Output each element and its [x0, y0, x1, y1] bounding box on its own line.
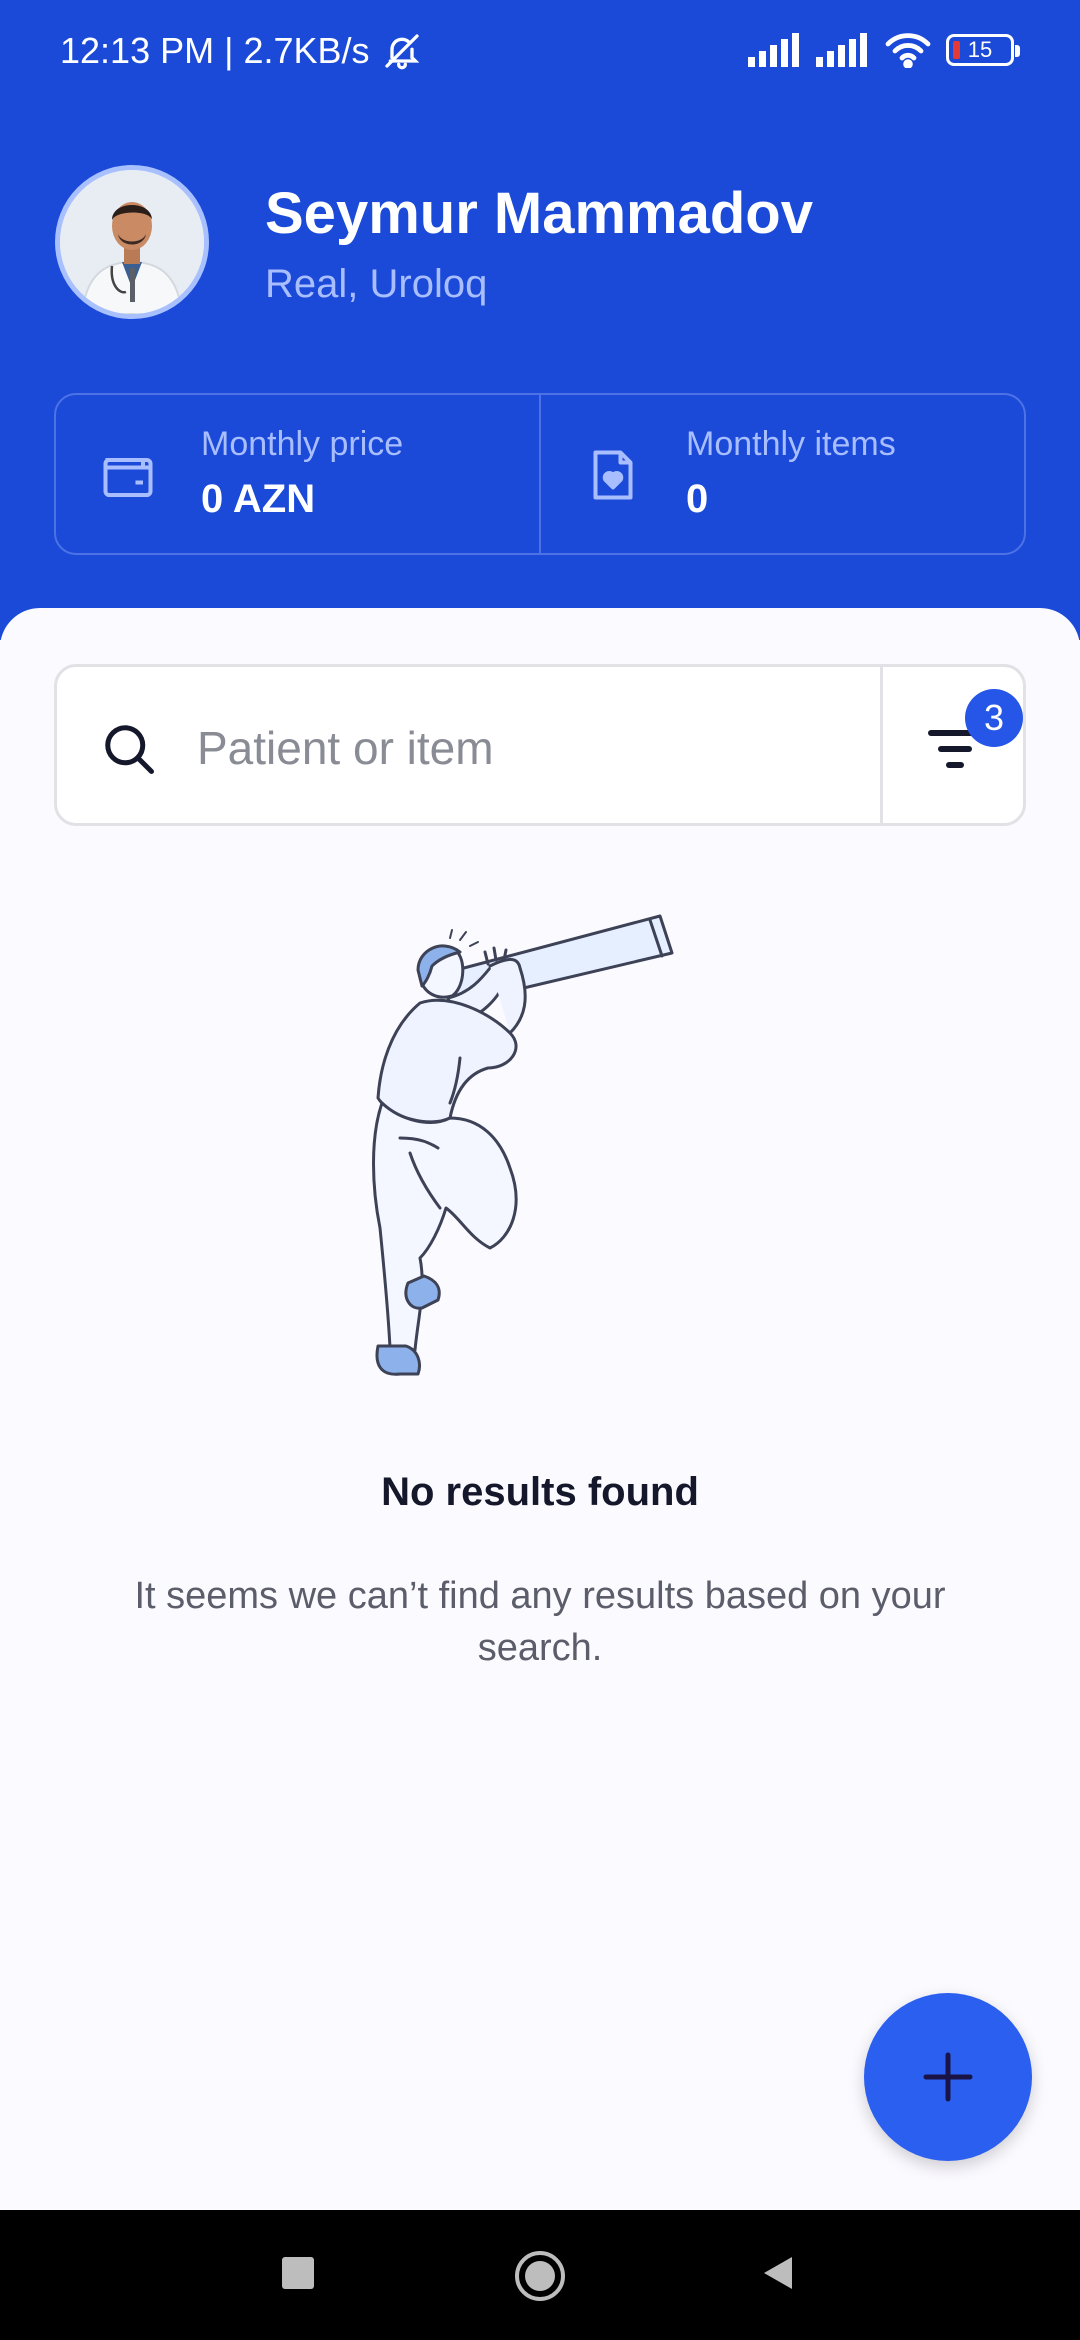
system-nav-bar [0, 2210, 1080, 2340]
battery-fill [953, 41, 960, 59]
content-area: 3 No results found It [0, 608, 1080, 2208]
wallet-icon [103, 458, 153, 497]
square-icon[interactable] [280, 2255, 316, 2291]
signal-icon [816, 33, 867, 67]
empty-state-title: No results found [381, 1470, 699, 1514]
search-bar: 3 [54, 664, 1026, 826]
signal-icon [748, 33, 799, 67]
triangle-back-icon[interactable] [760, 2255, 796, 2291]
status-right: 15 [748, 32, 1020, 68]
plus-icon [923, 2052, 973, 2102]
filter-count-badge: 3 [965, 689, 1023, 747]
stats-card: Monthly price 0 AZN Monthly items 0 [54, 393, 1026, 555]
screen: 12:13 PM | 2.7KB/s 15 Seymur Mammadov Re… [0, 0, 1080, 2340]
doctor-photo [60, 170, 204, 314]
status-bar: 12:13 PM | 2.7KB/s 15 [0, 0, 1080, 100]
bell-off-icon [384, 34, 419, 70]
monthly-items-value: 0 [686, 477, 709, 521]
wifi-icon [885, 33, 931, 68]
profile-header: 12:13 PM | 2.7KB/s 15 Seymur Mammadov Re… [0, 0, 1080, 640]
battery-icon: 15 [946, 34, 1020, 66]
monthly-price-label: Monthly price [201, 425, 404, 463]
avatar[interactable] [55, 165, 209, 319]
status-left: 12:13 PM | 2.7KB/s [60, 30, 422, 72]
filter-button[interactable]: 3 [880, 667, 1023, 823]
doctor-name: Seymur Mammadov [265, 181, 813, 246]
monthly-items-stat: Monthly items 0 [539, 395, 1024, 553]
document-heart-icon [593, 450, 633, 500]
monthly-price-stat: Monthly price 0 AZN [56, 395, 539, 553]
search-input[interactable] [197, 703, 917, 793]
monthly-price-value: 0 AZN [201, 477, 316, 521]
doctor-role: Real, Uroloq [265, 262, 488, 306]
circle-icon[interactable] [514, 2250, 566, 2302]
status-time: 12:13 PM | 2.7KB/s [60, 30, 370, 71]
monthly-items-label: Monthly items [686, 425, 896, 463]
add-button[interactable] [864, 1993, 1032, 2161]
battery-level: 15 [967, 37, 993, 62]
empty-state-illustration [372, 914, 674, 1376]
search-icon [105, 725, 154, 774]
empty-state-message: It seems we can’t find any results based… [134, 1575, 946, 1669]
